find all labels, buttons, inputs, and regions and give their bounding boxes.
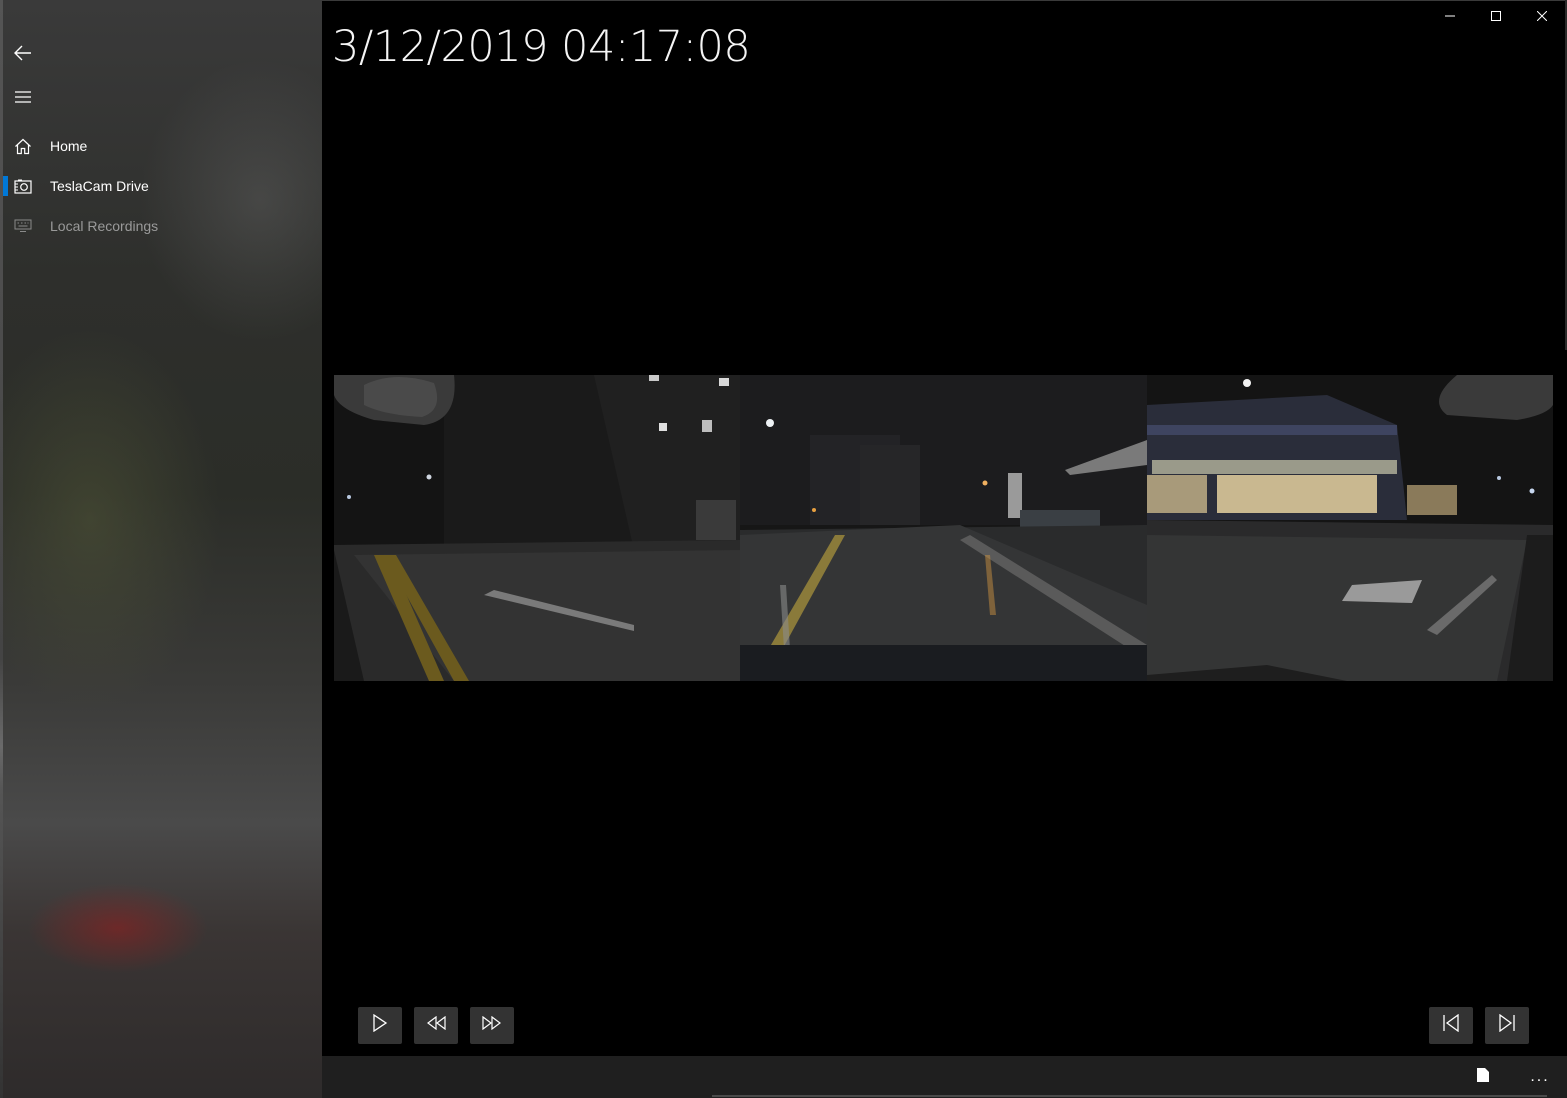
rewind-icon	[426, 1015, 446, 1035]
camera-feeds	[334, 375, 1553, 681]
teslacam-viewer-app: Home TeslaCam Drive Local Recordings 3/1…	[0, 0, 1567, 1098]
fast-forward-button[interactable]	[470, 1007, 514, 1044]
next-clip-button[interactable]	[1485, 1007, 1529, 1044]
recording-timestamp: 3/12/2019 04:17:08	[332, 22, 751, 72]
command-bar: ...	[322, 1056, 1567, 1098]
previous-clip-button[interactable]	[1429, 1007, 1473, 1044]
page-icon	[1476, 1067, 1490, 1088]
nav-item-label: Home	[50, 138, 88, 154]
home-icon	[0, 126, 46, 166]
selection-indicator	[3, 176, 8, 196]
rewind-button[interactable]	[414, 1007, 458, 1044]
nav-item-teslacam-drive[interactable]: TeslaCam Drive	[0, 166, 322, 206]
skip-previous-icon	[1442, 1013, 1460, 1037]
page-button[interactable]	[1470, 1066, 1496, 1088]
back-button[interactable]	[0, 33, 46, 73]
seek-track[interactable]	[712, 1095, 1547, 1097]
nav-item-label: TeslaCam Drive	[50, 178, 149, 194]
hamburger-menu-icon	[14, 91, 32, 103]
minimize-button[interactable]	[1427, 0, 1473, 34]
right-repeater-camera[interactable]	[1147, 375, 1553, 681]
title-bar-border	[322, 0, 1567, 1]
front-camera[interactable]	[740, 375, 1147, 681]
close-button[interactable]	[1519, 0, 1565, 34]
more-options-button[interactable]: ...	[1520, 1062, 1560, 1092]
close-icon	[1536, 8, 1548, 26]
menu-toggle-button[interactable]	[0, 77, 46, 117]
nav-item-label: Local Recordings	[50, 218, 159, 234]
navigation-pane: Home TeslaCam Drive Local Recordings	[0, 0, 322, 1098]
nav-item-home[interactable]: Home	[0, 126, 322, 166]
play-button[interactable]	[358, 1007, 402, 1044]
keyboard-icon	[0, 206, 46, 246]
maximize-button[interactable]	[1473, 0, 1519, 34]
video-player-page: 3/12/2019 04:17:08 ...	[322, 0, 1567, 1098]
play-icon	[372, 1013, 388, 1037]
back-arrow-icon	[14, 45, 32, 61]
minimize-icon	[1445, 8, 1455, 26]
fast-forward-icon	[482, 1015, 502, 1035]
skip-next-icon	[1498, 1013, 1516, 1037]
maximize-icon	[1491, 8, 1501, 26]
nav-item-local-recordings[interactable]: Local Recordings	[0, 206, 322, 246]
left-repeater-camera[interactable]	[334, 375, 740, 681]
